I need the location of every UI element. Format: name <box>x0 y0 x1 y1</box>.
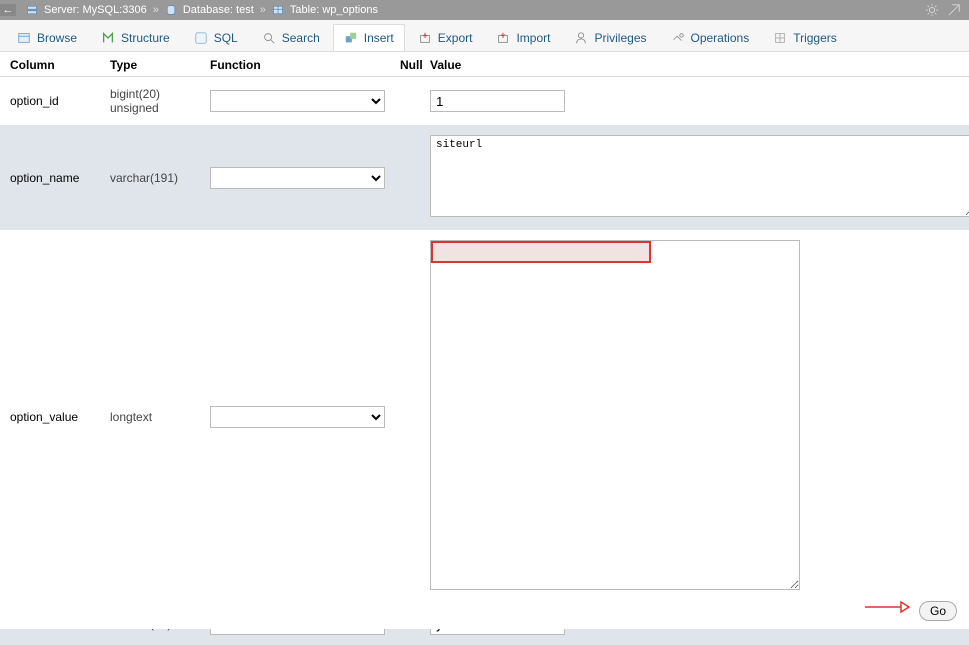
tab-label: Operations <box>691 31 750 45</box>
column-name: option_id <box>10 94 110 108</box>
breadcrumb-sep: » <box>260 4 266 16</box>
gear-icon[interactable] <box>925 3 939 17</box>
tab-structure[interactable]: Structure <box>90 24 181 51</box>
value-input-option-id[interactable] <box>430 90 565 112</box>
tab-label: Import <box>516 31 550 45</box>
function-select[interactable] <box>210 406 385 428</box>
breadcrumb: ← Server: MySQL:3306 » Database: test » … <box>0 0 969 20</box>
tab-sql[interactable]: SQL <box>183 24 249 51</box>
field-row-option-id: option_id bigint(20) unsigned <box>0 77 969 125</box>
tab-browse[interactable]: Browse <box>6 24 88 51</box>
field-row-option-name: option_name varchar(191) <box>0 125 969 230</box>
header-function: Function <box>210 58 400 72</box>
privileges-icon <box>574 31 588 45</box>
field-row-option-value: option_value longtext <box>0 230 969 603</box>
tab-label: Insert <box>364 31 394 45</box>
tab-label: Structure <box>121 31 170 45</box>
breadcrumb-server[interactable]: Server: MySQL:3306 <box>44 4 147 16</box>
server-icon <box>26 4 38 16</box>
table-icon <box>272 4 284 16</box>
operations-icon <box>671 31 685 45</box>
import-icon <box>496 31 510 45</box>
column-type: longtext <box>110 410 210 424</box>
value-textarea-option-value[interactable] <box>430 240 800 590</box>
sql-icon <box>194 31 208 45</box>
header-value: Value <box>430 58 959 72</box>
browse-icon <box>17 31 31 45</box>
column-name: option_value <box>10 410 110 424</box>
breadcrumb-table[interactable]: Table: wp_options <box>290 4 378 16</box>
value-textarea-option-name[interactable] <box>430 135 969 217</box>
header-type: Type <box>110 58 210 72</box>
tab-label: Privileges <box>594 31 646 45</box>
tab-insert[interactable]: Insert <box>333 24 405 51</box>
structure-icon <box>101 31 115 45</box>
export-icon <box>418 31 432 45</box>
exit-icon[interactable] <box>947 3 961 17</box>
highlight-annotation <box>431 241 651 263</box>
tab-label: Browse <box>37 31 77 45</box>
column-type: varchar(191) <box>110 171 210 185</box>
tab-export[interactable]: Export <box>407 24 484 51</box>
breadcrumb-database[interactable]: Database: test <box>183 4 254 16</box>
tab-triggers[interactable]: Triggers <box>762 24 848 51</box>
grid-header: Column Type Function Null Value <box>0 52 969 77</box>
tab-privileges[interactable]: Privileges <box>563 24 657 51</box>
form-footer: Go <box>0 593 969 629</box>
breadcrumb-sep: » <box>153 4 159 16</box>
search-icon <box>262 31 276 45</box>
tab-operations[interactable]: Operations <box>660 24 761 51</box>
tab-label: Search <box>282 31 320 45</box>
insert-icon <box>344 31 358 45</box>
tabs-bar: Browse Structure SQL Search Insert Expor… <box>0 20 969 52</box>
header-column: Column <box>10 58 110 72</box>
go-button[interactable]: Go <box>919 601 957 621</box>
header-null: Null <box>400 58 430 72</box>
function-select[interactable] <box>210 90 385 112</box>
function-select[interactable] <box>210 167 385 189</box>
collapse-nav-icon[interactable]: ← <box>0 4 16 16</box>
tab-import[interactable]: Import <box>485 24 561 51</box>
column-type: bigint(20) unsigned <box>110 87 210 115</box>
tab-label: SQL <box>214 31 238 45</box>
column-name: option_name <box>10 171 110 185</box>
tab-label: Export <box>438 31 473 45</box>
database-icon <box>165 4 177 16</box>
tab-search[interactable]: Search <box>251 24 331 51</box>
tab-label: Triggers <box>793 31 837 45</box>
triggers-icon <box>773 31 787 45</box>
